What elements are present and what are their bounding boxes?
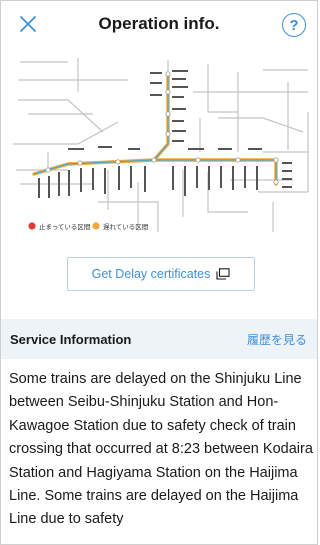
delayed-legend-marker [92,222,100,230]
stopped-legend-label: 止まっている区間 [39,222,90,231]
route-map[interactable]: 止まっている区間 遅れている区間 [8,52,312,252]
help-icon: ? [289,16,299,34]
get-delay-certificates-button[interactable]: Get Delay certificates [67,257,255,291]
copy-icon [216,268,230,280]
history-link[interactable]: 履歴を見る [247,331,307,348]
close-button[interactable] [16,12,40,36]
page-title: Operation info. [98,14,220,33]
map-legend: 止まっている区間 遅れている区間 [28,222,148,231]
delay-certificates-label: Get Delay certificates [91,267,211,281]
service-info-header: Service Information 履歴を見る [1,319,317,359]
delayed-legend-label: 遅れている区間 [103,223,148,231]
service-info-text: Some trains are delayed on the Shinjuku … [9,371,313,528]
close-icon [20,16,36,32]
stopped-legend-marker [28,222,36,230]
help-button[interactable]: ? [282,13,306,37]
top-bar: Operation info. ? [0,0,318,48]
section-title: Service Information [10,331,132,347]
route-map-image: 止まっている区間 遅れている区間 [13,58,309,232]
